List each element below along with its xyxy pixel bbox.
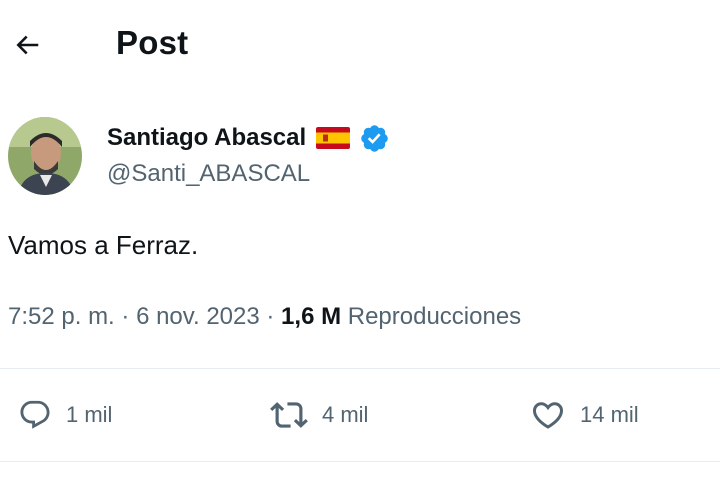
tweet-text: Vamos a Ferraz. xyxy=(8,230,199,260)
avatar[interactable] xyxy=(8,117,82,195)
reply-count: 1 mil xyxy=(66,402,113,427)
heart-icon xyxy=(532,402,564,429)
avatar-image xyxy=(8,117,82,195)
arrow-left-icon xyxy=(16,35,39,55)
author-name-row: Santiago Abascal xyxy=(107,120,390,156)
retweet-icon xyxy=(270,402,308,428)
page-title: Post xyxy=(116,24,189,61)
author-name[interactable]: Santiago Abascal xyxy=(107,124,306,152)
header: Post xyxy=(0,0,720,90)
tweet-time[interactable]: 7:52 p. m. xyxy=(8,303,115,330)
back-button[interactable] xyxy=(8,26,46,64)
divider xyxy=(0,461,720,462)
views-label: Reproducciones xyxy=(341,303,522,330)
reply-icon xyxy=(20,400,50,429)
reply-button[interactable]: 1 mil xyxy=(18,393,112,437)
tweet-meta: 7:52 p. m. · 6 nov. 2023 · 1,6 M Reprodu… xyxy=(8,303,521,331)
spain-flag-icon xyxy=(316,127,351,149)
retweet-count: 4 mil xyxy=(322,402,369,427)
tweet-date[interactable]: 6 nov. 2023 xyxy=(136,303,260,330)
retweet-button[interactable]: 4 mil xyxy=(270,393,368,437)
views-count: 1,6 M xyxy=(281,303,342,330)
verified-badge-icon xyxy=(359,123,390,154)
like-button[interactable]: 14 mil xyxy=(530,393,639,437)
divider xyxy=(0,368,720,369)
meta-separator: · xyxy=(259,303,282,330)
meta-separator: · xyxy=(114,303,137,330)
like-count: 14 mil xyxy=(580,402,639,427)
author-handle[interactable]: @Santi_ABASCAL xyxy=(107,160,310,188)
